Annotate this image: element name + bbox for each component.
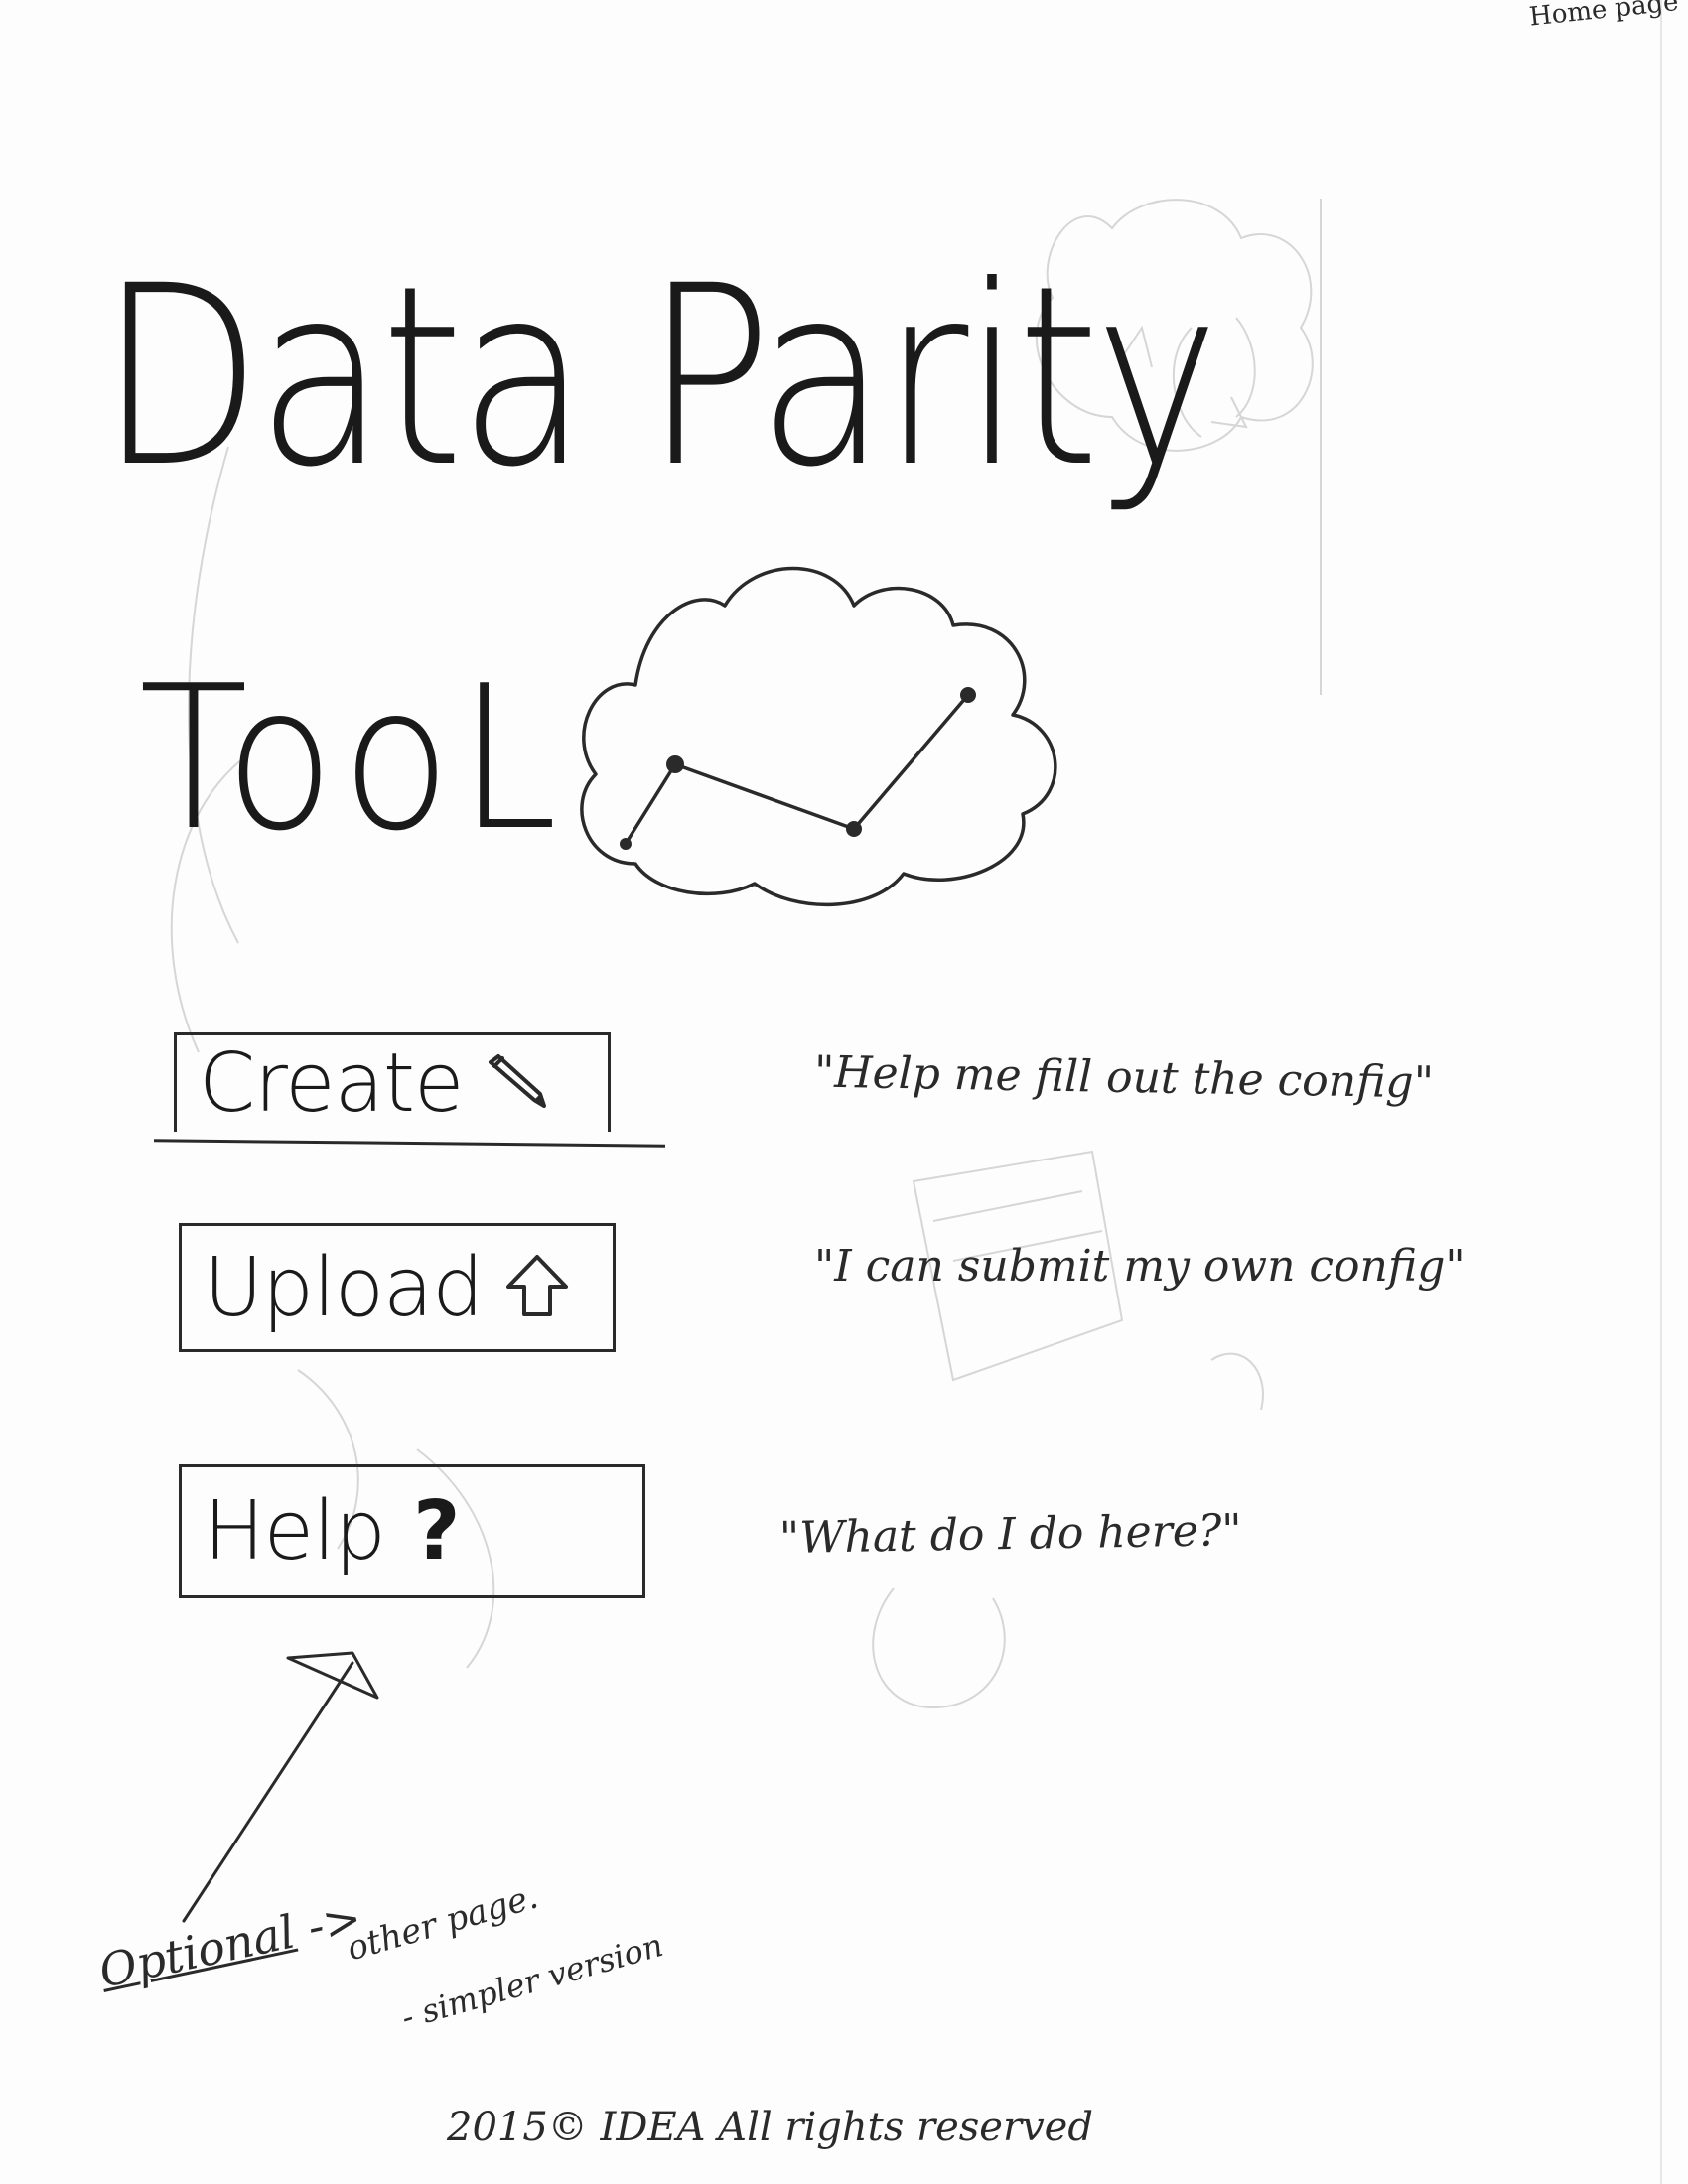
pencil-icon — [483, 1052, 552, 1116]
create-button-label: Create — [199, 1036, 464, 1131]
up-arrow-icon — [502, 1251, 572, 1324]
upload-description: "I can submit my own config" — [814, 1241, 1466, 1292]
help-button[interactable]: Help ? — [179, 1464, 645, 1598]
help-description: "What do I do here?" — [778, 1504, 1243, 1565]
question-mark-icon: ? — [412, 1484, 461, 1578]
app-title: Data Parity — [99, 232, 1219, 521]
app-subtitle: TooL — [139, 643, 565, 875]
upload-button-label: Upload — [204, 1240, 484, 1335]
footer-copyright: 2015© IDEA All rights reserved — [447, 2105, 1093, 2150]
paper-edge — [1660, 0, 1662, 2184]
create-description: "Help me fill out the config" — [813, 1046, 1435, 1109]
upload-button[interactable]: Upload — [179, 1223, 616, 1352]
help-button-label: Help — [204, 1484, 386, 1578]
create-button[interactable]: Create — [174, 1032, 611, 1132]
